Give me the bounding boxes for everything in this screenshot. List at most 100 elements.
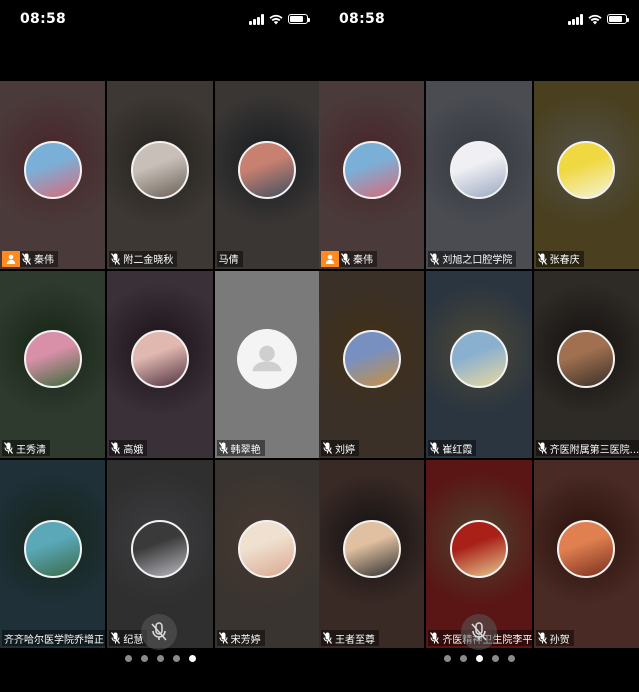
participant-avatar bbox=[238, 520, 297, 579]
participant-tile[interactable]: 孙贺 bbox=[533, 460, 639, 648]
video-grid: 秦伟刘旭之口腔学院张春庆刘婷崔红霞齐医附属第三医院...王者至尊齐医精神卫生院李… bbox=[319, 81, 639, 648]
participant-avatar bbox=[130, 330, 189, 389]
participant-name: 韩翠艳 bbox=[230, 444, 261, 456]
page-dot[interactable] bbox=[140, 655, 148, 662]
page-dot[interactable] bbox=[475, 655, 483, 662]
participant-tile[interactable]: 宋芳婷 bbox=[214, 460, 320, 648]
participant-tile[interactable]: 齐医附属第三医院... bbox=[533, 270, 639, 459]
participant-label: 秦伟 bbox=[2, 250, 58, 267]
screen-right: 08:58 秦伟刘旭之口腔学院张春庆刘婷崔红霞齐医附属第三医院...王者至尊齐医… bbox=[319, 0, 639, 692]
status-bar: 08:58 bbox=[319, 0, 639, 38]
participant-label: 孙贺 bbox=[535, 630, 574, 646]
status-time: 08:58 bbox=[339, 11, 386, 27]
page-dot[interactable] bbox=[124, 655, 132, 662]
participant-avatar bbox=[342, 520, 401, 579]
mic-off-icon bbox=[151, 622, 167, 641]
participant-tile[interactable]: 王者至尊 bbox=[319, 460, 425, 648]
participant-tile[interactable]: 刘婷 bbox=[319, 270, 425, 459]
page-dot[interactable] bbox=[491, 655, 499, 662]
mic-muted-icon bbox=[537, 252, 547, 265]
participant-label: 高娥 bbox=[109, 440, 148, 457]
wifi-icon bbox=[588, 14, 602, 24]
participant-name: 王秀清 bbox=[16, 444, 46, 456]
system-indicators bbox=[249, 13, 310, 25]
wifi-icon bbox=[269, 14, 283, 24]
participant-avatar bbox=[557, 520, 616, 579]
participant-avatar bbox=[130, 140, 189, 199]
page-dot[interactable] bbox=[459, 655, 467, 662]
participant-name: 刘旭之口腔学院 bbox=[442, 255, 513, 267]
participant-tile[interactable]: 王秀清 bbox=[0, 270, 106, 459]
battery-icon bbox=[607, 14, 629, 24]
participant-name: 齐医附属第三医院... bbox=[549, 444, 639, 456]
status-time: 08:58 bbox=[20, 11, 67, 27]
participant-name: 孙贺 bbox=[549, 634, 570, 646]
page-indicator[interactable] bbox=[319, 655, 639, 662]
participant-label: 王秀清 bbox=[2, 440, 50, 457]
page-dot[interactable] bbox=[172, 655, 180, 662]
status-bar: 08:58 bbox=[0, 0, 320, 38]
participant-tile[interactable]: 秦伟 bbox=[319, 81, 425, 269]
participant-avatar bbox=[23, 520, 82, 579]
page-dot[interactable] bbox=[156, 655, 164, 662]
participant-tile[interactable]: 刘旭之口腔学院 bbox=[426, 81, 532, 269]
participant-name: 秦伟 bbox=[34, 255, 54, 267]
participant-avatar bbox=[238, 140, 297, 199]
host-icon bbox=[2, 250, 20, 267]
mic-muted-icon bbox=[430, 632, 440, 644]
participant-label: 刘旭之口腔学院 bbox=[428, 250, 517, 267]
participant-label: 宋芳婷 bbox=[216, 630, 265, 646]
participant-avatar bbox=[23, 140, 82, 199]
page-indicator[interactable] bbox=[0, 655, 320, 662]
participant-name: 王者至尊 bbox=[335, 634, 375, 646]
participant-avatar bbox=[130, 520, 189, 579]
participant-tile[interactable]: 韩翠艳 bbox=[214, 270, 320, 459]
mic-muted-icon bbox=[430, 252, 440, 265]
participant-tile[interactable]: 齐齐哈尔医学院乔增正 bbox=[0, 460, 106, 648]
participant-avatar bbox=[449, 330, 508, 389]
participant-tile[interactable]: 高娥 bbox=[107, 270, 213, 459]
mute-button[interactable] bbox=[141, 614, 177, 650]
participant-tile[interactable]: 秦伟 bbox=[0, 81, 106, 269]
mic-muted-icon bbox=[22, 252, 31, 265]
participant-label: 王者至尊 bbox=[321, 630, 379, 646]
participant-name: 刘婷 bbox=[335, 444, 355, 456]
participant-avatar bbox=[557, 330, 616, 389]
mic-off-icon bbox=[471, 622, 487, 641]
mute-button-right[interactable] bbox=[461, 614, 497, 650]
video-grid: 秦伟 附二金晓秋 马倩 王秀清 高娥 韩翠艳 齐齐哈尔医学院乔增正 纪慧 宋芳婷 bbox=[0, 81, 320, 648]
mic-muted-icon bbox=[537, 632, 547, 644]
participant-name: 马倩 bbox=[218, 255, 239, 267]
mic-muted-icon bbox=[341, 252, 350, 265]
signal-icon bbox=[568, 13, 583, 25]
page-dot[interactable] bbox=[507, 655, 515, 662]
mic-muted-icon bbox=[323, 632, 332, 644]
participant-avatar bbox=[449, 520, 508, 579]
participant-label: 附二金晓秋 bbox=[109, 250, 178, 267]
participant-name: 高娥 bbox=[123, 444, 144, 456]
participant-tile[interactable]: 附二金晓秋 bbox=[107, 81, 213, 269]
page-dot[interactable] bbox=[188, 655, 196, 662]
participant-avatar bbox=[23, 330, 82, 389]
participant-label: 张春庆 bbox=[535, 250, 584, 267]
participant-label: 崔红霞 bbox=[428, 440, 477, 457]
battery-icon bbox=[288, 14, 310, 24]
participant-label: 刘婷 bbox=[321, 440, 359, 457]
host-icon bbox=[321, 250, 339, 267]
participant-label: 齐医附属第三医院... bbox=[535, 440, 639, 457]
screen-left: 08:58 秦伟 附二金晓秋 马倩 王秀清 高娥 韩翠艳 齐齐哈尔医学院乔增正 纪慧 宋芳婷 bbox=[0, 0, 320, 692]
participant-tile[interactable]: 张春庆 bbox=[533, 81, 639, 269]
mic-muted-icon bbox=[111, 632, 121, 644]
system-indicators bbox=[568, 13, 629, 25]
participant-name: 秦伟 bbox=[353, 255, 373, 267]
mic-muted-icon bbox=[4, 442, 13, 455]
participant-tile[interactable]: 崔红霞 bbox=[426, 270, 532, 459]
participant-name: 崔红霞 bbox=[442, 444, 473, 456]
page-dot[interactable] bbox=[443, 655, 451, 662]
participant-tile[interactable]: 马倩 bbox=[214, 81, 320, 269]
participant-name: 宋芳婷 bbox=[230, 634, 261, 646]
mic-muted-icon bbox=[218, 442, 228, 455]
participant-avatar bbox=[342, 140, 401, 199]
mic-muted-icon bbox=[111, 442, 121, 455]
participant-name: 附二金晓秋 bbox=[123, 255, 174, 267]
